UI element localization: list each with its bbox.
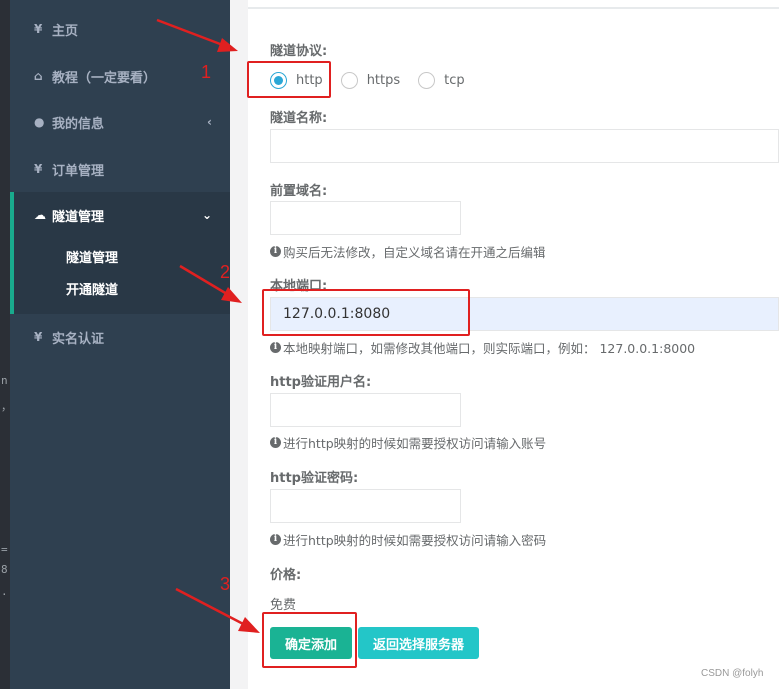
watermark: CSDN @folyh bbox=[701, 668, 764, 679]
annotation-arrows bbox=[156, 18, 260, 633]
annotation-arrow-2 bbox=[179, 264, 242, 303]
annotation-arrow-3 bbox=[175, 587, 260, 633]
annotation-arrow-1 bbox=[156, 18, 238, 52]
